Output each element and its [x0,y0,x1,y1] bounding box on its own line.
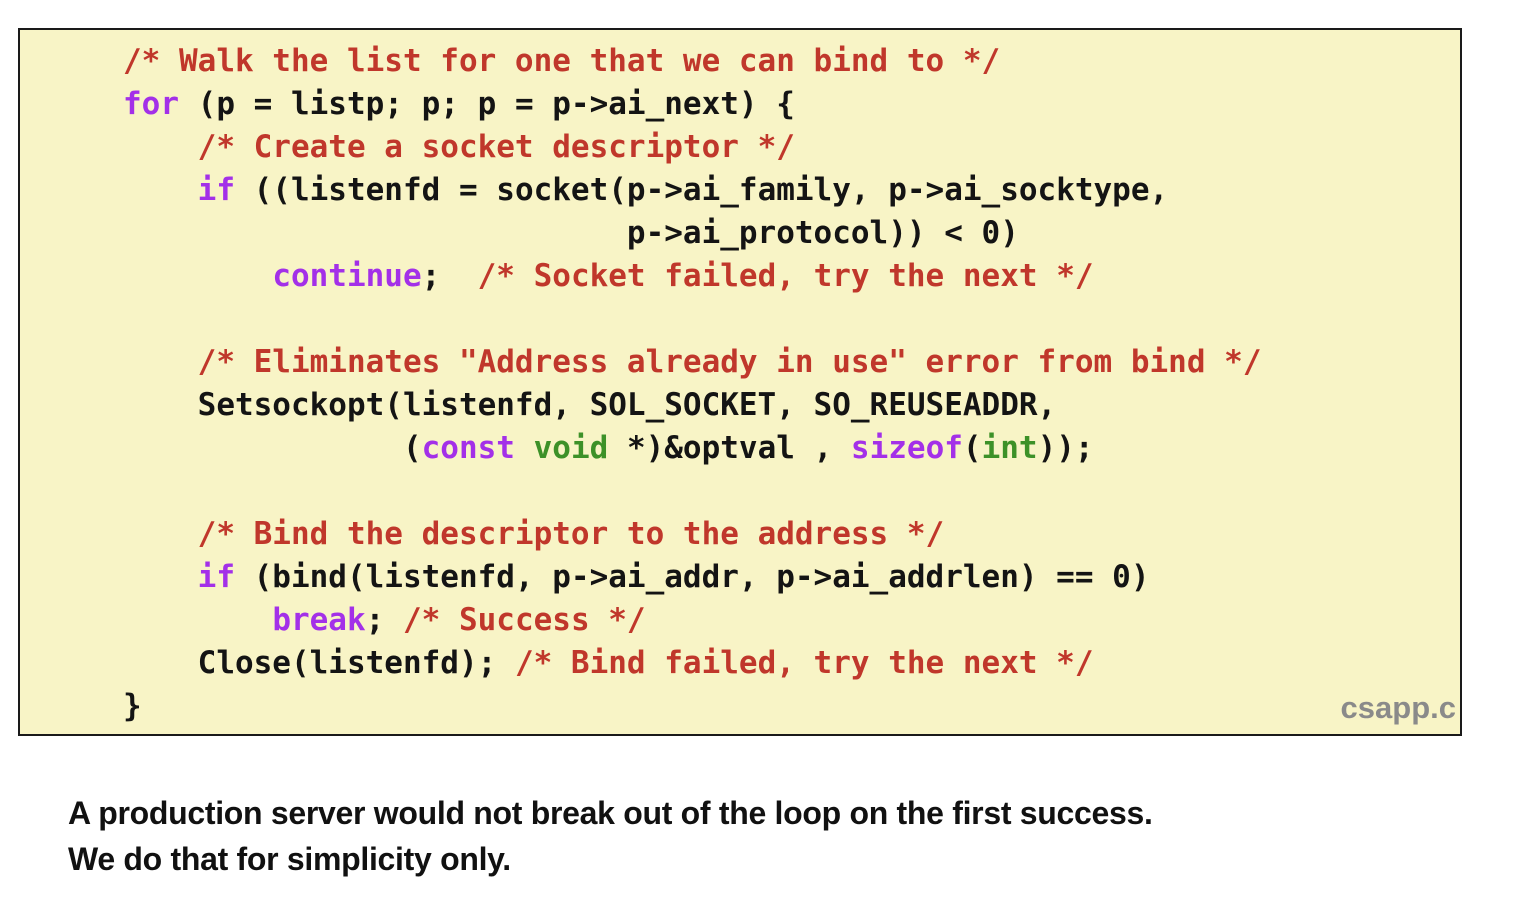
code-token-comment: /* Success */ [402,602,646,638]
code-token-keyword: const [421,430,515,466]
code-token-keyword: for [123,86,179,122]
code-line: } [123,685,1261,728]
code-token-plain: *)&optval , [608,430,851,466]
code-token-plain: (bind(listenfd, p->ai_addr, p->ai_addrle… [234,559,1150,595]
code-token-comment: /* Walk the list for one that we can bin… [123,43,1001,79]
code-line: /* Bind the descriptor to the address */ [123,513,1261,556]
code-line: /* Create a socket descriptor */ [123,126,1261,169]
code-token-comment: /* Create a socket descriptor */ [197,129,795,165]
source-file-label: csapp.c [1340,690,1456,725]
code-token-comment: /* Eliminates "Address already in use" e… [197,344,1262,380]
code-line: if ((listenfd = socket(p->ai_family, p->… [123,169,1261,212]
code-token-plain: (p = listp; p; p = p->ai_next) { [179,86,795,122]
code-token-plain: ; [421,258,478,294]
code-token-keyword: if [197,559,235,595]
caption-line-1: A production server would not break out … [68,795,1153,831]
code-token-plain: )); [1037,430,1094,466]
code-token-plain: ( [123,430,422,466]
code-token-plain: ( [962,430,982,466]
code-block: /* Walk the list for one that we can bin… [123,40,1261,728]
code-token-comment: /* Socket failed, try the next */ [477,258,1094,294]
code-token-plain: } [123,688,142,724]
code-token-keyword: continue [272,258,422,294]
code-token-keyword: if [197,172,235,208]
caption: A production server would not break out … [68,790,1153,882]
code-token-plain: ; [365,602,403,638]
code-token-plain: Close(listenfd); [123,645,515,681]
code-line: Setsockopt(listenfd, SOL_SOCKET, SO_REUS… [123,384,1261,427]
code-line: p->ai_protocol)) < 0) [123,212,1261,255]
code-token-plain: ((listenfd = socket(p->ai_family, p->ai_… [234,172,1169,208]
code-line: continue; /* Socket failed, try the next… [123,255,1261,298]
code-line: /* Walk the list for one that we can bin… [123,40,1261,83]
caption-line-2: We do that for simplicity only. [68,841,511,877]
code-line: /* Eliminates "Address already in use" e… [123,341,1262,384]
code-token-plain: Setsockopt(listenfd, SOL_SOCKET, SO_REUS… [123,387,1057,423]
code-token-comment: /* Bind failed, try the next */ [514,645,1094,681]
code-line: (const void *)&optval , sizeof(int)); [123,427,1261,470]
code-line: for (p = listp; p; p = p->ai_next) { [123,83,1261,126]
code-token-type: int [981,430,1038,466]
code-listing-box: /* Walk the list for one that we can bin… [18,28,1462,736]
code-line: Close(listenfd); /* Bind failed, try the… [123,642,1261,685]
code-token-plain: p->ai_protocol)) < 0) [123,215,1019,251]
code-token-type: void [533,430,609,466]
code-token-keyword: sizeof [850,430,963,466]
code-line: break; /* Success */ [123,599,1261,642]
code-line: if (bind(listenfd, p->ai_addr, p->ai_add… [123,556,1261,599]
code-token-comment: /* Bind the descriptor to the address */ [197,516,945,552]
code-token-keyword: break [272,602,366,638]
